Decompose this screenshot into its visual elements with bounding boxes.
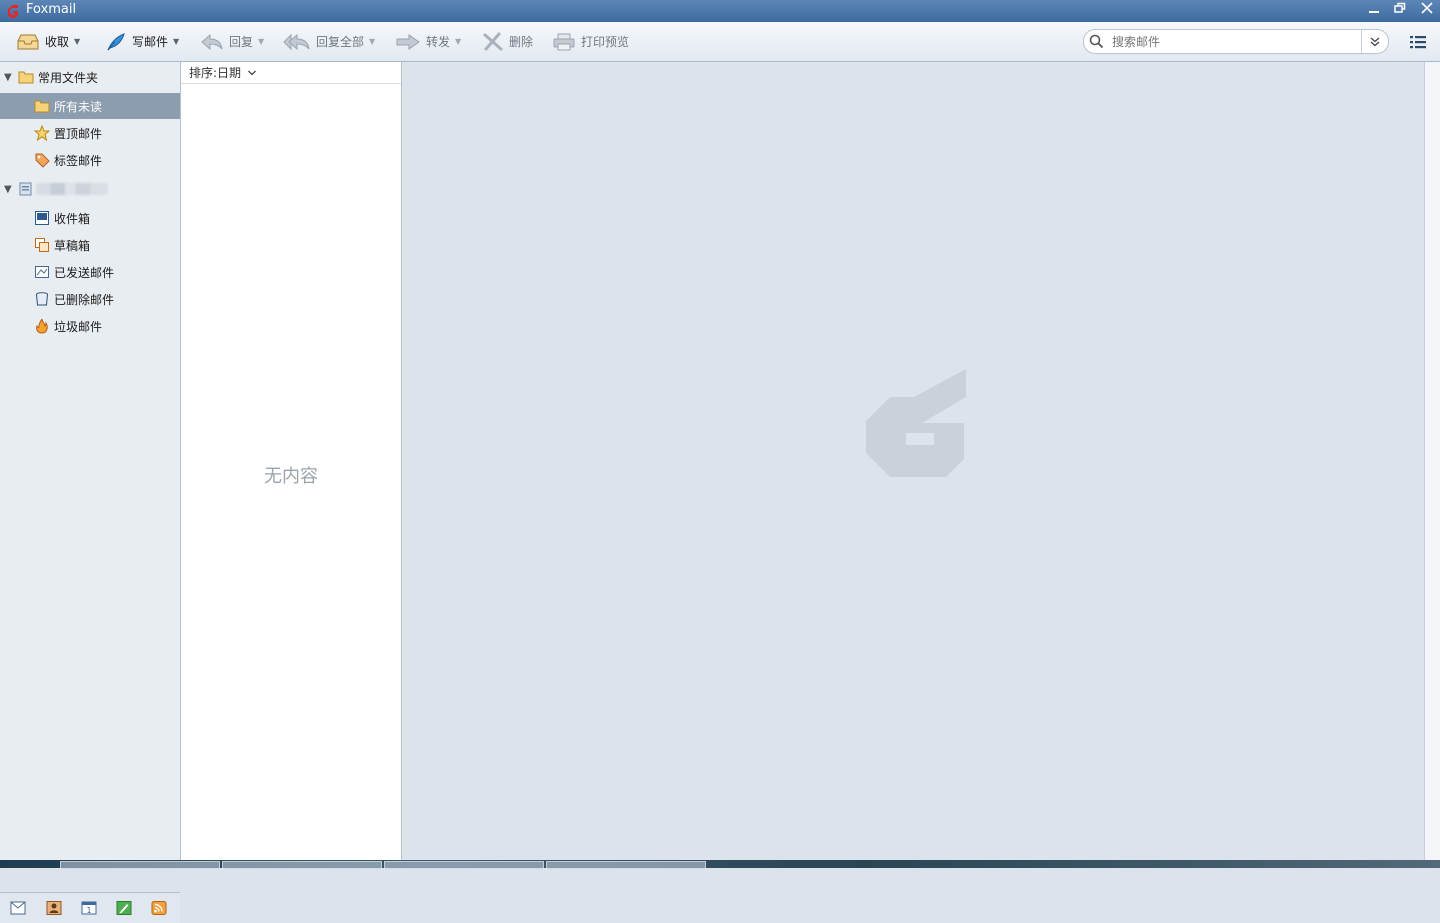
feather-pen-icon [107,32,125,50]
reply-all-arrow-icon [283,33,310,50]
reply-arrow-icon [201,33,223,50]
mail-module-icon[interactable] [10,901,26,915]
notes-module-icon[interactable] [116,901,132,915]
print-preview-label: 打印预览 [581,35,630,49]
expand-arrow-icon[interactable]: ▼ [4,184,12,195]
account-group[interactable]: ▼ [0,176,180,202]
folder-icon [34,100,50,113]
folder-label: 草稿箱 [54,238,91,253]
sort-label: 排序:日期 [189,66,242,80]
folder-label: 收件箱 [54,211,91,226]
print-preview-button[interactable]: 打印预览 [552,22,629,61]
foxmail-watermark-icon [866,369,966,477]
reply-button[interactable]: 回复 ▼ [200,22,264,61]
module-switcher-bar: 1 [0,892,180,923]
sent-icon [35,266,49,278]
reply-dropdown-icon[interactable]: ▼ [258,37,264,46]
foxmail-logo-icon [8,5,18,18]
folder-drafts[interactable]: 草稿箱 [0,232,180,258]
rss-module-icon[interactable] [151,901,167,915]
compose-label: 写邮件 [132,35,169,49]
forward-dropdown-icon[interactable]: ▼ [455,37,461,46]
calendar-module-icon[interactable]: 1 [81,901,97,915]
folder-label: 标签邮件 [54,153,103,168]
search-box[interactable] [1083,29,1389,54]
delete-button[interactable]: 删除 [482,22,533,61]
folder-inbox[interactable]: 收件箱 [0,205,180,231]
mail-list-pane: 排序:日期 无内容 [181,62,402,860]
receive-label: 收取 [45,35,70,49]
printer-icon [553,33,575,50]
restore-icon [1394,2,1406,13]
minimize-icon [1369,11,1379,13]
reply-all-button[interactable]: 回复全部 ▼ [283,22,375,61]
reply-label: 回复 [229,35,254,49]
folder-label: 所有未读 [54,99,103,114]
chevron-down-icon [248,70,257,75]
folder-junk[interactable]: 垃圾邮件 [0,313,180,339]
search-options-button[interactable] [1361,30,1388,53]
reply-all-dropdown-icon[interactable]: ▼ [369,37,375,46]
common-folders-label: 常用文件夹 [38,70,99,85]
folder-pane: ▼ 常用文件夹 所有未读 置顶邮件 标签邮件 ▼ 收件箱 草稿箱 已发送邮件 已… [0,62,181,923]
reading-pane [402,62,1424,860]
forward-button[interactable]: 转发 ▼ [395,22,461,61]
folder-tagged[interactable]: 标签邮件 [0,147,180,173]
forward-label: 转发 [426,35,451,49]
receive-dropdown-icon[interactable]: ▼ [74,37,80,46]
contacts-module-icon[interactable] [46,901,62,915]
folder-label: 已发送邮件 [54,265,115,280]
search-icon [1089,34,1104,49]
sort-selector[interactable]: 排序:日期 [181,62,401,84]
search-input[interactable] [1110,33,1354,51]
tag-icon [35,153,50,168]
folder-icon [18,71,34,84]
toolbar: 收取 ▼ 写邮件 ▼ 回复 ▼ 回复全部 ▼ 转发 ▼ 删除 打印预览 搜索邮件 [0,22,1440,62]
close-button[interactable] [1416,2,1438,20]
inbox-icon [35,211,49,225]
minimize-button[interactable] [1363,2,1385,20]
compose-button[interactable]: 写邮件 ▼ [105,22,179,61]
common-folders-group[interactable]: ▼ 常用文件夹 [0,64,180,90]
right-side-strip [1424,62,1440,860]
compose-dropdown-icon[interactable]: ▼ [173,37,179,46]
folder-deleted[interactable]: 已删除邮件 [0,286,180,312]
os-taskbar [0,860,1440,869]
close-icon [1421,2,1433,14]
junk-icon [36,318,48,334]
folder-sent[interactable]: 已发送邮件 [0,259,180,285]
delete-label: 删除 [509,35,534,49]
svg-text:1: 1 [86,906,91,915]
double-chevron-down-icon [1370,37,1380,46]
folder-label: 垃圾邮件 [54,319,103,334]
empty-list-text: 无内容 [264,466,318,487]
expand-arrow-icon[interactable]: ▼ [4,72,12,83]
trash-icon [36,292,48,306]
folder-label: 已删除邮件 [54,292,115,307]
folder-label: 置顶邮件 [54,126,103,141]
folder-pinned[interactable]: 置顶邮件 [0,120,180,146]
menu-list-icon[interactable] [1409,34,1427,50]
drafts-icon [35,238,49,252]
account-icon [19,182,32,196]
folder-all-unread[interactable]: 所有未读 [0,93,180,119]
receive-button[interactable]: 收取 ▼ [16,22,80,61]
star-icon [34,125,50,141]
window-title: Foxmail [26,2,77,17]
title-bar: Foxmail [0,0,1440,22]
forward-arrow-icon [396,33,420,50]
inbox-tray-icon [17,34,39,49]
restore-button[interactable] [1389,2,1411,20]
delete-x-icon [483,32,503,50]
account-name-redacted [36,183,108,195]
reply-all-label: 回复全部 [316,35,365,49]
